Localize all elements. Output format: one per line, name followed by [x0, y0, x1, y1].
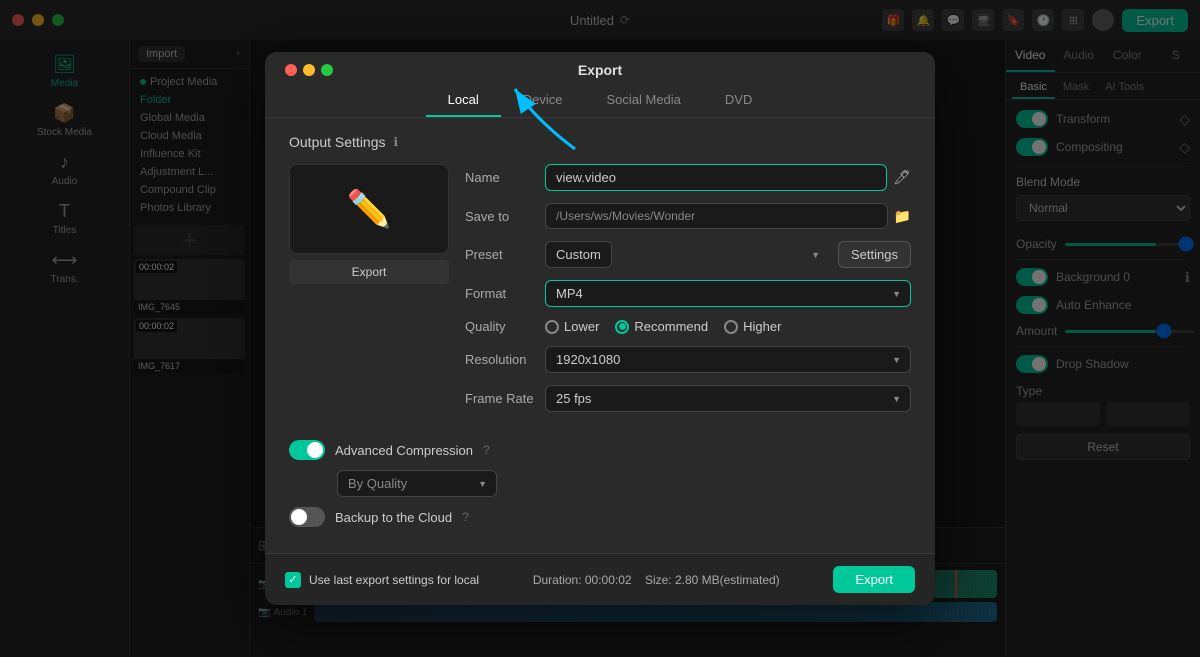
quality-higher[interactable]: Higher	[724, 319, 781, 334]
adv-toggle-knob	[307, 442, 323, 458]
quality-options-row: Lower Recommend Hi	[545, 319, 911, 334]
export-settings-checkbox[interactable]: ✓	[285, 572, 301, 588]
name-label: Name	[465, 170, 545, 185]
quality-lower[interactable]: Lower	[545, 319, 599, 334]
backup-toggle-knob	[291, 509, 307, 525]
preset-select[interactable]: Custom	[545, 241, 612, 268]
save-to-path: /Users/ws/Movies/Wonder	[545, 203, 888, 229]
advanced-compression-info-icon: ?	[483, 443, 490, 457]
advanced-compression-row: Advanced Compression ?	[289, 440, 911, 460]
modal-overlay: Export Local Device Social Media DVD	[0, 0, 1200, 657]
export-modal-button[interactable]: Export	[833, 566, 915, 593]
modal-tab-device[interactable]: Device	[501, 84, 585, 117]
settings-form: Name 🖊 Save to /Users/ws/Movies/Wonde	[465, 164, 911, 424]
output-settings-info-icon: ℹ	[394, 135, 399, 149]
backup-cloud-toggle[interactable]	[289, 507, 325, 527]
quality-label: Quality	[465, 319, 545, 334]
edit-name-icon[interactable]: 🖊	[893, 169, 911, 186]
fps-select-wrapper: 25 fps	[545, 385, 911, 412]
format-control: MP4	[545, 280, 911, 307]
duration-label: Duration: 00:00:02	[533, 573, 632, 587]
resolution-select-wrapper: 1920x1080	[545, 346, 911, 373]
output-settings-header: Output Settings ℹ	[289, 134, 911, 150]
modal-title: Export	[578, 62, 622, 78]
export-modal: Export Local Device Social Media DVD	[265, 52, 935, 605]
edit-button[interactable]: Export	[289, 260, 449, 284]
by-quality-select-wrapper: By Quality	[337, 470, 497, 497]
quality-row: Quality Lower	[465, 319, 911, 334]
name-control: 🖊	[545, 164, 911, 191]
modal-tab-dvd[interactable]: DVD	[703, 84, 774, 117]
quality-lower-label: Lower	[564, 319, 599, 334]
quality-higher-circle	[724, 320, 738, 334]
export-settings-label: Use last export settings for local	[309, 573, 479, 587]
folder-browse-icon[interactable]: 📁	[894, 208, 911, 225]
resolution-row: Resolution 1920x1080	[465, 346, 911, 373]
backup-cloud-row: Backup to the Cloud ?	[289, 507, 911, 527]
preview-icon: ✏️	[347, 188, 392, 230]
advanced-compression-toggle[interactable]	[289, 440, 325, 460]
modal-footer: ✓ Use last export settings for local Dur…	[265, 553, 935, 605]
preview-thumbnail: ✏️	[289, 164, 449, 254]
footer-left: ✓ Use last export settings for local	[285, 572, 479, 588]
backup-cloud-label: Backup to the Cloud	[335, 510, 452, 525]
preset-control: Custom Settings	[545, 241, 911, 268]
modal-tl-green[interactable]	[321, 64, 333, 76]
save-to-row: Save to /Users/ws/Movies/Wonder 📁	[465, 203, 911, 229]
quality-recommend-dot	[619, 323, 626, 330]
modal-tab-social[interactable]: Social Media	[584, 84, 702, 117]
modal-traffic-lights	[285, 64, 333, 76]
format-select-wrapper: MP4	[545, 280, 911, 307]
modal-tab-local[interactable]: Local	[426, 84, 501, 117]
save-to-control: /Users/ws/Movies/Wonder 📁	[545, 203, 911, 229]
name-input-wrapper: 🖊	[545, 164, 911, 191]
quality-recommend-circle	[615, 320, 629, 334]
resolution-label: Resolution	[465, 352, 545, 367]
name-input[interactable]	[545, 164, 887, 191]
format-label: Format	[465, 286, 545, 301]
fps-select[interactable]: 25 fps	[545, 385, 911, 412]
modal-tl-yellow[interactable]	[303, 64, 315, 76]
modal-body: Output Settings ℹ ✏️ Export Name	[265, 134, 935, 553]
preset-label: Preset	[465, 247, 545, 262]
quality-higher-label: Higher	[743, 319, 781, 334]
size-label: Size: 2.80 MB(estimated)	[645, 573, 780, 587]
modal-tabs: Local Device Social Media DVD	[265, 84, 935, 118]
save-to-label: Save to	[465, 209, 545, 224]
quality-dropdown-wrapper: By Quality	[337, 470, 911, 497]
resolution-control: 1920x1080	[545, 346, 911, 373]
name-row: Name 🖊	[465, 164, 911, 191]
frame-rate-row: Frame Rate 25 fps	[465, 385, 911, 412]
preset-row: Preset Custom Settings	[465, 241, 911, 268]
preview-section: ✏️ Export	[289, 164, 449, 424]
resolution-select[interactable]: 1920x1080	[545, 346, 911, 373]
preset-settings-button[interactable]: Settings	[838, 241, 911, 268]
preset-select-row: Custom Settings	[545, 241, 911, 268]
format-select[interactable]: MP4	[545, 280, 911, 307]
backup-cloud-info-icon: ?	[462, 510, 469, 524]
by-quality-select[interactable]: By Quality	[337, 470, 497, 497]
quality-recommend[interactable]: Recommend	[615, 319, 708, 334]
quality-lower-circle	[545, 320, 559, 334]
quality-recommend-label: Recommend	[634, 319, 708, 334]
footer-center: Duration: 00:00:02 Size: 2.80 MB(estimat…	[533, 573, 780, 587]
preset-select-wrapper: Custom	[545, 241, 830, 268]
output-settings-label: Output Settings	[289, 134, 386, 150]
format-row: Format MP4	[465, 280, 911, 307]
quality-control: Lower Recommend Hi	[545, 319, 911, 334]
modal-preview: ✏️ Export Name 🖊	[289, 164, 911, 424]
modal-tl-red[interactable]	[285, 64, 297, 76]
frame-rate-control: 25 fps	[545, 385, 911, 412]
modal-title-bar: Export	[265, 52, 935, 84]
frame-rate-label: Frame Rate	[465, 391, 545, 406]
advanced-compression-label: Advanced Compression	[335, 443, 473, 458]
